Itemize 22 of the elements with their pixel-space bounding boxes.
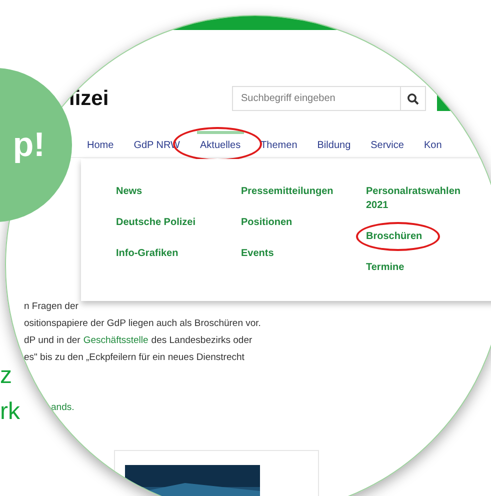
nav-tab[interactable]: Home xyxy=(84,131,117,157)
menu-link[interactable]: Positionen xyxy=(241,216,292,230)
search-icon xyxy=(407,92,419,104)
menu-link[interactable]: Broschüren xyxy=(366,230,422,244)
menu-link[interactable]: Personalratswahlen 2021 xyxy=(366,185,478,213)
side-text: z xyxy=(0,361,12,391)
nav-tab[interactable]: Kon xyxy=(420,131,445,157)
menu-link[interactable]: News xyxy=(116,185,142,199)
menu-link[interactable]: Events xyxy=(241,247,274,261)
text-link[interactable]: ands. xyxy=(51,399,74,416)
nav-tab[interactable]: Bildung xyxy=(314,131,354,157)
article-paragraph: n Fragen der ositionspapiere der GdP liegen auch als Broschüren vor. dP und in der Geschäftsstelle des Landesbezirks oder es" bis zu den „Eckpfeilern für ein neues Dienstrecht xyxy=(24,300,262,365)
menu-link[interactable]: Termine xyxy=(366,261,404,275)
search-button[interactable] xyxy=(400,86,426,111)
menu-link[interactable]: Info-Grafiken xyxy=(116,247,178,261)
text-link[interactable]: Geschäftsstelle xyxy=(83,335,148,346)
menu-link[interactable]: Pressemitteilungen xyxy=(241,185,334,199)
search-field[interactable]: Suchbegriff eingeben xyxy=(232,86,400,111)
menu-link[interactable]: Deutsche Polizei xyxy=(116,216,196,230)
badge-text: p! xyxy=(12,126,45,164)
nav-tab[interactable]: Service xyxy=(368,131,407,157)
side-text: rk xyxy=(0,397,20,427)
